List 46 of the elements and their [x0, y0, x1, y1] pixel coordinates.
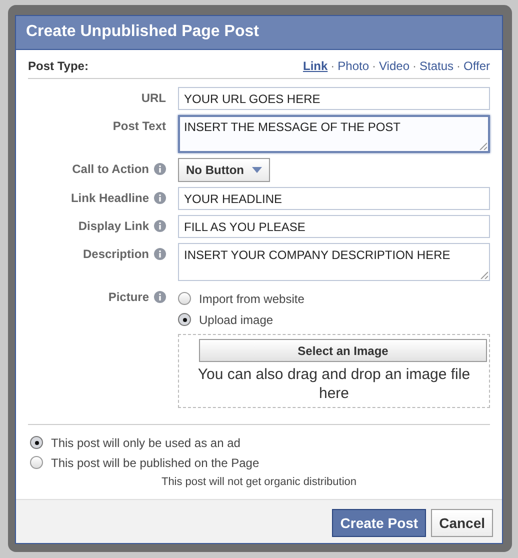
link-separator: ·: [412, 59, 416, 73]
post-type-link[interactable]: Photo: [338, 59, 370, 73]
field-label: Link Headline: [70, 191, 149, 205]
radio-button[interactable]: [178, 313, 191, 326]
info-icon[interactable]: [154, 248, 166, 260]
link-separator: ·: [456, 59, 461, 73]
link-separator: ·: [330, 59, 335, 73]
drop-hint: You can also drag and drop an image file here: [196, 365, 472, 403]
text-area[interactable]: INSERT THE MESSAGE OF THE POST: [178, 115, 490, 153]
distribution-note: This post will not get organic distribution: [160, 475, 358, 488]
info-icon[interactable]: [154, 220, 166, 232]
text-field[interactable]: YOUR HEADLINE: [178, 187, 490, 210]
radio-label: This post will only be used as an ad: [51, 436, 240, 450]
info-icon[interactable]: [154, 163, 166, 175]
select-image-button[interactable]: Select an Image: [199, 339, 487, 362]
post-type-label: Post Type:: [28, 59, 88, 73]
call-to-action-dropdown[interactable]: No Button: [178, 158, 270, 182]
cancel-button[interactable]: Cancel: [431, 509, 493, 537]
field-label: URL: [141, 91, 166, 105]
create-post-button[interactable]: Create Post: [332, 509, 426, 537]
resize-grip-icon[interactable]: [480, 271, 488, 279]
field-label: Call to Action: [72, 162, 149, 176]
text-field[interactable]: FILL AS YOU PLEASE: [178, 215, 490, 238]
field-label: Description: [82, 247, 149, 261]
radio-label: This post will be published on the Page: [51, 456, 260, 470]
text-field[interactable]: YOUR URL GOES HERE: [178, 87, 490, 110]
dialog-title: Create Unpublished Page Post: [26, 23, 259, 40]
radio-button[interactable]: [30, 436, 43, 449]
text-area[interactable]: INSERT YOUR COMPANY DESCRIPTION HERE: [178, 243, 490, 281]
field-label: Display Link: [78, 219, 149, 233]
info-icon[interactable]: [154, 291, 166, 303]
resize-grip-icon[interactable]: [479, 142, 487, 150]
radio-label: Upload image: [199, 312, 274, 326]
post-type-link[interactable]: Offer: [464, 59, 490, 73]
field-label: Post Text: [112, 119, 166, 133]
info-icon[interactable]: [154, 192, 166, 204]
post-type-link[interactable]: Link: [302, 59, 328, 73]
link-separator: ·: [372, 59, 376, 73]
radio-button[interactable]: [30, 456, 43, 469]
post-type-link[interactable]: Status: [420, 59, 454, 73]
radio-button[interactable]: [178, 292, 191, 305]
radio-label: Import from website: [199, 292, 304, 306]
image-drop-zone[interactable]: Select an Image You can also drag and drop an image file here: [178, 334, 490, 408]
caret-icon: [252, 167, 262, 173]
post-type-link[interactable]: Video: [379, 59, 410, 73]
field-label: Picture: [108, 290, 149, 304]
